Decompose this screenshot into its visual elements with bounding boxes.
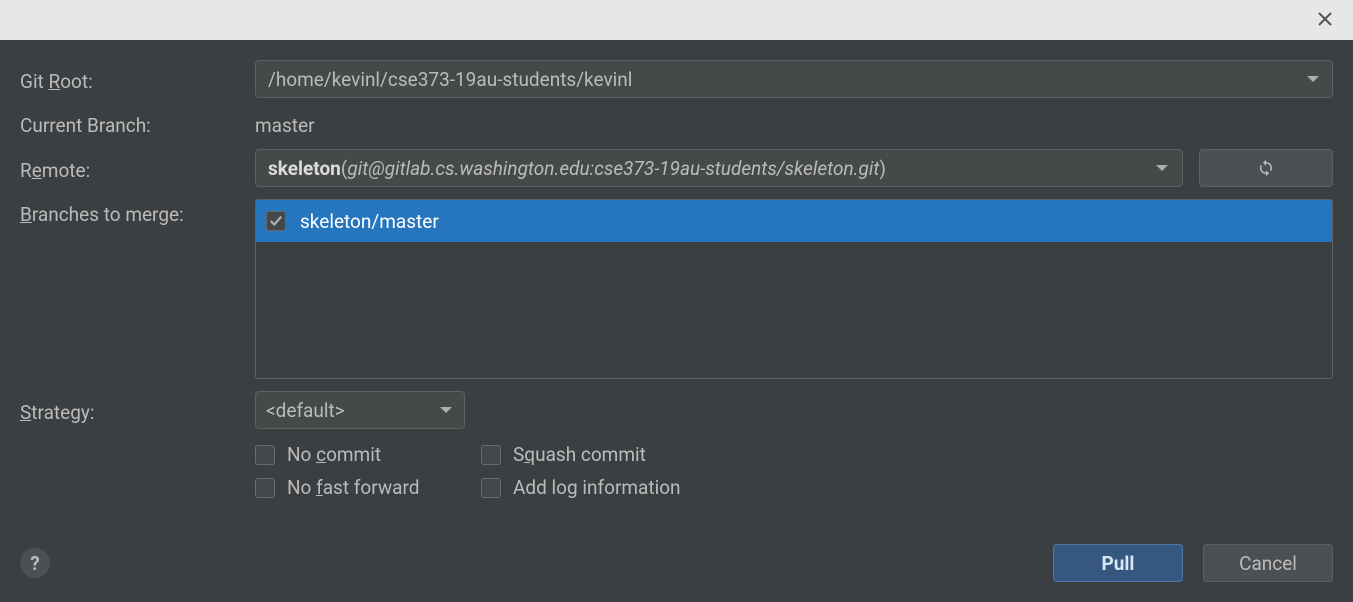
label-strategy: Strategy:: [20, 397, 255, 424]
label-mnemonic: S: [20, 401, 31, 424]
row-options: No commit Squash commit No fast forward: [20, 441, 1333, 499]
branches-list[interactable]: skeleton/master: [255, 199, 1333, 379]
row-strategy: Strategy: <default>: [20, 391, 1333, 429]
label-text: Git: [20, 70, 49, 93]
option-no-commit[interactable]: No commit: [255, 443, 481, 466]
row-remote: Remote: skeleton(git@gitlab.cs.washingto…: [20, 149, 1333, 187]
option-squash[interactable]: Squash commit: [481, 443, 681, 466]
text: ): [879, 157, 886, 180]
checkbox-no-ff[interactable]: [255, 478, 275, 498]
pull-button[interactable]: Pull: [1053, 544, 1183, 582]
branch-item[interactable]: skeleton/master: [256, 200, 1332, 242]
text: information: [578, 476, 681, 499]
chevron-down-icon: [1307, 76, 1319, 82]
checkbox-no-commit[interactable]: [255, 445, 275, 465]
label-text: ranches to merge:: [32, 203, 184, 226]
label-mnemonic: e: [32, 159, 42, 182]
branch-checkbox[interactable]: [266, 211, 286, 231]
mnemonic: c: [316, 443, 326, 466]
remote-select[interactable]: skeleton(git@gitlab.cs.washington.edu:cs…: [255, 149, 1183, 187]
footer-buttons: Pull Cancel: [1053, 544, 1333, 582]
label-text: R: [20, 159, 32, 182]
label-current-branch: Current Branch:: [20, 110, 255, 137]
checkbox-squash[interactable]: [481, 445, 501, 465]
label-text: oot:: [60, 70, 93, 93]
label-spacer: [20, 468, 255, 472]
close-icon[interactable]: [1317, 8, 1333, 32]
row-current-branch: Current Branch: master: [20, 110, 1333, 137]
remote-url: git@gitlab.cs.washington.edu:cse373-19au…: [347, 157, 879, 180]
cancel-button[interactable]: Cancel: [1203, 544, 1333, 582]
mnemonic: g: [567, 476, 578, 499]
mnemonic: q: [524, 443, 535, 466]
text: uash commit: [535, 443, 646, 466]
label-branches: Branches to merge:: [20, 199, 255, 226]
text: ommit: [326, 443, 381, 466]
label-text: mote:: [42, 159, 90, 182]
git-root-select[interactable]: /home/kevinl/cse373-19au-students/kevinl: [255, 60, 1333, 98]
text: Add lo: [513, 476, 567, 499]
label-mnemonic: R: [49, 70, 61, 93]
text: S: [513, 443, 524, 466]
options-grid: No commit Squash commit No fast forward: [255, 443, 681, 499]
option-no-ff[interactable]: No fast forward: [255, 476, 481, 499]
dialog-footer: ? Pull Cancel: [20, 536, 1333, 582]
text: ast forward: [323, 476, 420, 499]
text: No: [287, 443, 316, 466]
remote-name: skeleton: [268, 157, 341, 180]
refresh-button[interactable]: [1199, 149, 1333, 187]
option-label: Squash commit: [513, 443, 646, 466]
refresh-icon: [1257, 159, 1275, 177]
label-git-root: Git Root:: [20, 66, 255, 93]
titlebar: [0, 0, 1353, 40]
label-mnemonic: B: [20, 203, 32, 226]
dialog-body: Git Root: /home/kevinl/cse373-19au-stude…: [0, 40, 1353, 602]
text: No: [287, 476, 316, 499]
option-add-log[interactable]: Add log information: [481, 476, 681, 499]
row-git-root: Git Root: /home/kevinl/cse373-19au-stude…: [20, 60, 1333, 98]
option-label: Add log information: [513, 476, 681, 499]
chevron-down-icon: [1156, 165, 1168, 171]
branch-label: skeleton/master: [300, 210, 439, 233]
option-label: No commit: [287, 443, 381, 466]
git-root-value: /home/kevinl/cse373-19au-students/kevinl: [268, 68, 632, 91]
mnemonic: f: [316, 476, 323, 499]
strategy-value: <default>: [266, 399, 345, 422]
checkbox-add-log[interactable]: [481, 478, 501, 498]
label-remote: Remote:: [20, 155, 255, 182]
chevron-down-icon: [440, 407, 452, 413]
label-text: trategy:: [31, 401, 94, 424]
strategy-select[interactable]: <default>: [255, 391, 465, 429]
row-branches: Branches to merge: skeleton/master: [20, 199, 1333, 379]
current-branch-value: master: [255, 110, 315, 137]
option-label: No fast forward: [287, 476, 419, 499]
help-button[interactable]: ?: [20, 548, 50, 578]
